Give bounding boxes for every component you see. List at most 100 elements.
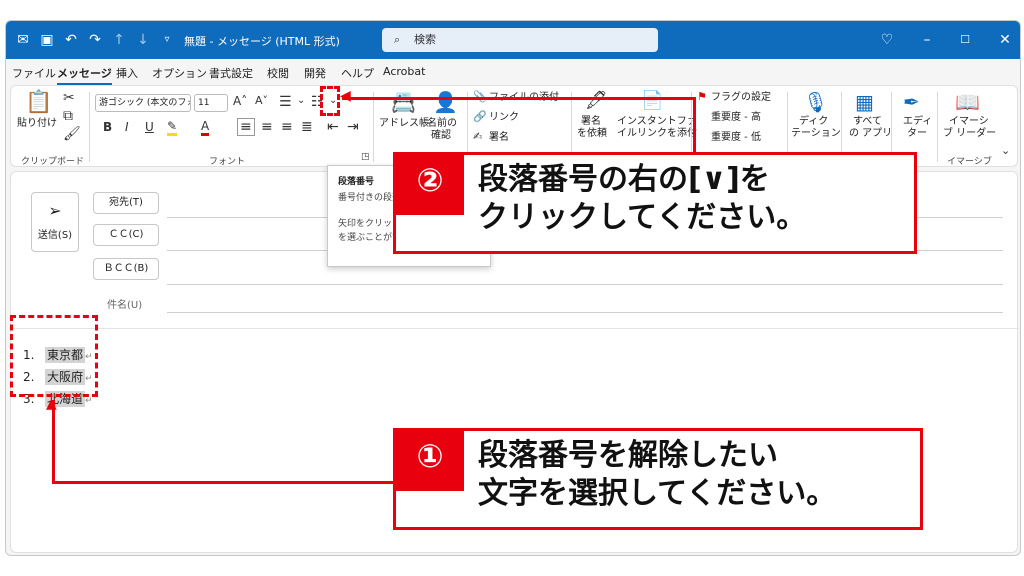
font-size-select[interactable]: 11	[194, 94, 228, 112]
tooltip-title: 段落番号	[338, 177, 375, 187]
lightbulb-icon[interactable]: ♡	[878, 31, 896, 49]
font-name-select[interactable]: 游ゴシック (本文のフォン	[95, 94, 191, 112]
request-signature-line1[interactable]: 署名	[581, 116, 601, 128]
font-color-icon[interactable]: A	[201, 119, 210, 136]
send-icon: ➢	[48, 201, 62, 220]
tab-help[interactable]: ヘルプ	[341, 65, 374, 81]
font-dialog-launcher-icon[interactable]: ◳	[361, 152, 370, 162]
align-left-icon[interactable]: ≡	[237, 118, 255, 136]
tab-acrobat[interactable]: Acrobat	[383, 65, 425, 78]
underline-icon[interactable]: U	[145, 120, 154, 134]
paste-icon[interactable]: 📋	[25, 90, 52, 115]
search-icon: ⌕	[394, 33, 401, 46]
grow-font-icon[interactable]: A˄	[233, 94, 247, 108]
tab-file[interactable]: ファイル	[12, 65, 56, 81]
cc-button[interactable]: ＣＣ(C)	[93, 224, 159, 246]
all-apps-line2[interactable]: の アプリ	[849, 128, 892, 140]
instant-file-link-line2[interactable]: イルリンクを添付	[617, 128, 697, 140]
callout2-connector-vertical	[693, 97, 696, 153]
immersive-reader-line2[interactable]: ブ リーダー	[943, 128, 996, 140]
send-button[interactable]: ➢ 送信(S)	[31, 192, 79, 252]
cut-icon[interactable]: ✂	[63, 90, 75, 106]
editor-icon[interactable]: ✒	[903, 90, 920, 114]
bcc-button[interactable]: ＢＣＣ(B)	[93, 258, 159, 280]
link-icon[interactable]: 🔗	[473, 110, 487, 123]
all-apps-line1[interactable]: すべて	[853, 116, 882, 128]
redo-icon[interactable]: ↷	[86, 31, 104, 49]
save-icon[interactable]: ▣	[38, 31, 56, 49]
editor-line1[interactable]: エディ	[903, 116, 932, 128]
down-icon[interactable]: ↓	[134, 31, 152, 49]
bullets-icon[interactable]: ☰	[279, 94, 292, 110]
to-button[interactable]: 宛先(T)	[93, 192, 159, 214]
request-signature-line2[interactable]: を依頼	[577, 128, 607, 140]
immersive-reader-icon[interactable]: 📖	[955, 90, 980, 114]
signature-icon[interactable]: ✍	[473, 130, 482, 143]
callout2-connector	[342, 97, 696, 100]
title-bar: ✉ ▣ ↶ ↷ ↑ ↓ ▿ 無題 - メッセージ (HTML 形式) ⌕ 検索 …	[6, 21, 1020, 59]
customize-icon[interactable]: ▿	[158, 31, 176, 49]
immersive-reader-line1[interactable]: イマーシ	[949, 116, 989, 128]
flag-icon[interactable]: ⚑	[697, 90, 707, 103]
address-book-icon[interactable]: 📇	[391, 90, 416, 114]
callout1-connector-horizontal	[52, 481, 398, 484]
shrink-font-icon[interactable]: A˅	[255, 94, 268, 107]
low-importance-button[interactable]: 重要度 - 低	[711, 132, 761, 144]
request-signature-icon[interactable]: 🖋	[585, 90, 608, 111]
bullets-dropdown-icon[interactable]: ⌄	[297, 95, 305, 106]
signature-button[interactable]: 署名	[489, 132, 509, 144]
subject-label: 件名(U)	[107, 300, 143, 311]
tab-developer[interactable]: 開発	[304, 65, 326, 81]
align-center-icon[interactable]: ≡	[261, 119, 273, 135]
tab-review[interactable]: 校閲	[267, 65, 289, 81]
ribbon-collapse-icon[interactable]: ⌄	[1001, 144, 1010, 157]
list-selection-highlight	[10, 315, 98, 397]
callout-step1: ① 段落番号を解除したい 文字を選択してください。	[393, 428, 923, 530]
send-label: 送信(S)	[37, 230, 73, 241]
header-divider	[11, 328, 1019, 329]
tab-options[interactable]: オプション	[152, 65, 207, 81]
tab-format[interactable]: 書式設定	[209, 65, 253, 81]
instant-file-link-icon[interactable]: 📄	[641, 90, 663, 111]
align-right-icon[interactable]: ≡	[281, 119, 293, 135]
numbering-dropdown-highlight	[320, 86, 340, 116]
increase-indent-icon[interactable]: ⇥	[347, 119, 359, 135]
instant-file-link-line1[interactable]: インスタントファ	[617, 116, 697, 128]
check-names-icon[interactable]: 👤	[433, 90, 458, 114]
search-input[interactable]: ⌕ 検索	[382, 28, 658, 52]
italic-icon[interactable]: I	[125, 120, 129, 134]
dictate-line2[interactable]: テーション	[791, 128, 841, 140]
menu-bar: ファイル メッセージ 挿入 オプション 書式設定 校閲 開発 ヘルプ Acrob…	[6, 59, 1020, 85]
format-painter-icon[interactable]: 🖌	[63, 126, 81, 142]
microphone-icon[interactable]: 🎙	[803, 90, 828, 114]
justify-icon[interactable]: ≣	[301, 119, 313, 135]
copy-icon[interactable]: ⧉	[63, 108, 73, 124]
search-placeholder: 検索	[414, 33, 436, 46]
address-book-button[interactable]: アドレス帳	[379, 118, 429, 130]
maximize-icon[interactable]: ☐	[956, 31, 974, 49]
check-names-label-1[interactable]: 名前の	[427, 118, 457, 130]
check-names-label-2[interactable]: 確認	[431, 130, 451, 142]
dictate-line1[interactable]: ディク	[799, 116, 828, 128]
all-apps-icon[interactable]: ▦	[855, 90, 874, 114]
bold-icon[interactable]: B	[103, 120, 112, 134]
link-button[interactable]: リンク	[489, 112, 519, 124]
high-importance-button[interactable]: 重要度 - 高	[711, 112, 761, 124]
divider	[937, 92, 938, 162]
callout2-arrowhead: ◀	[340, 88, 351, 104]
up-icon[interactable]: ↑	[110, 31, 128, 49]
flag-button[interactable]: フラグの設定	[711, 92, 771, 104]
close-icon[interactable]: ✕	[996, 31, 1014, 49]
editor-line2[interactable]: ター	[907, 128, 927, 140]
subject-field[interactable]	[167, 312, 1003, 313]
callout1-connector	[52, 400, 55, 484]
callout1-number: ①	[396, 431, 464, 491]
bcc-field[interactable]	[167, 284, 1003, 285]
decrease-indent-icon[interactable]: ⇤	[327, 119, 339, 135]
undo-icon[interactable]: ↶	[62, 31, 80, 49]
highlight-icon[interactable]: ✎	[167, 119, 178, 136]
paste-button[interactable]: 貼り付け	[17, 118, 57, 130]
minimize-icon[interactable]: –	[918, 31, 936, 49]
tab-insert[interactable]: 挿入	[116, 65, 138, 81]
tab-message[interactable]: メッセージ	[57, 65, 112, 85]
